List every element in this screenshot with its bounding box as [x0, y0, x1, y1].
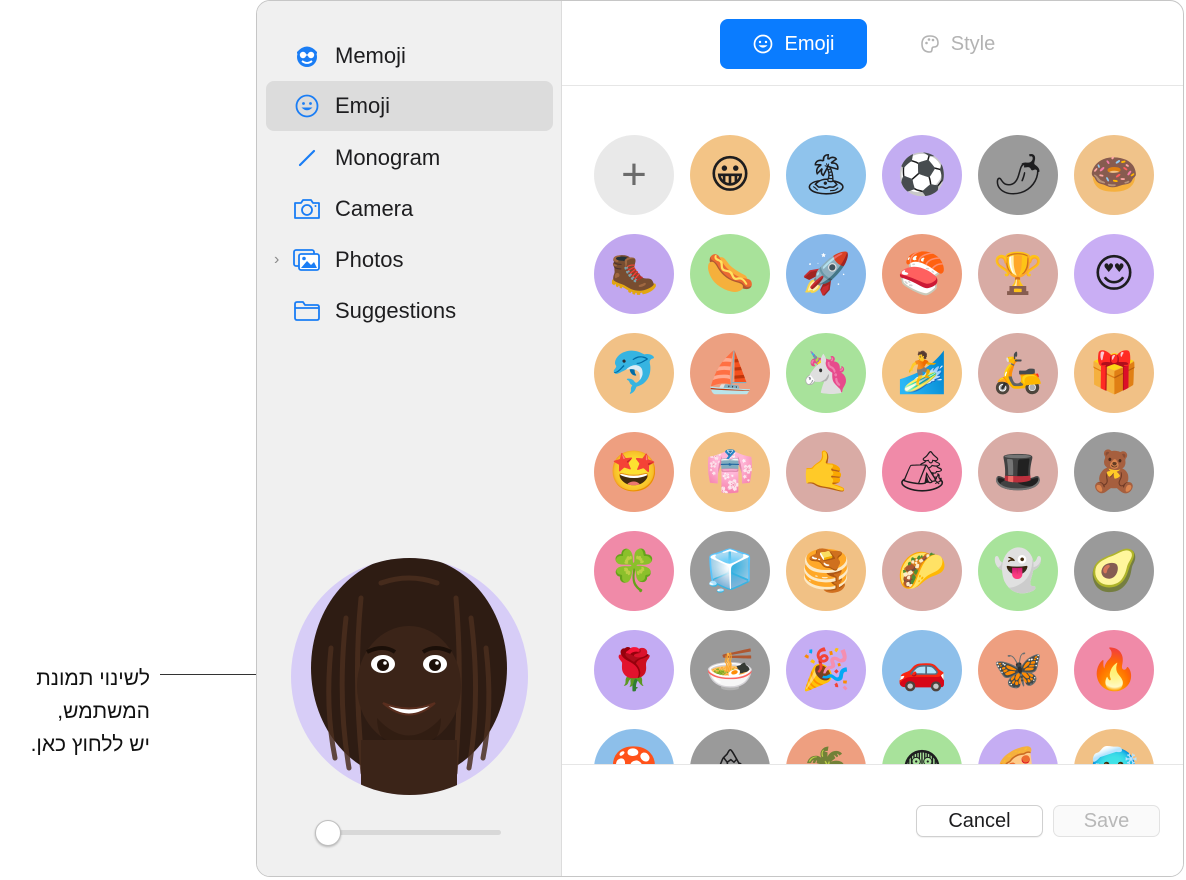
emoji-tile[interactable]: 🌭 — [690, 234, 770, 314]
sidebar-item-monogram[interactable]: Monogram — [266, 133, 553, 183]
emoji-tile[interactable]: 😍 — [1074, 234, 1154, 314]
memoji-icon — [292, 41, 322, 71]
emoji-tile[interactable]: 👻 — [978, 531, 1058, 611]
sidebar: Memoji Emoji Monogram Camera › Photos Su… — [257, 1, 562, 876]
memoji-avatar-image — [311, 558, 507, 795]
emoji-tile[interactable]: 🤙 — [786, 432, 866, 512]
emoji-tile[interactable]: 🏕 — [882, 432, 962, 512]
sidebar-item-label: Suggestions — [335, 298, 457, 323]
chevron-right-icon[interactable]: › — [274, 251, 279, 269]
dialog-footer: Cancel Save — [562, 764, 1183, 876]
sidebar-item-camera[interactable]: Camera — [266, 184, 553, 234]
callout-line-2: המשתמש, — [57, 700, 150, 723]
emoji-tile[interactable]: 🌶 — [978, 135, 1058, 215]
tab-style-label: Style — [950, 32, 996, 55]
emoji-tile[interactable]: 🥶 — [1074, 729, 1154, 766]
emoji-tile[interactable]: 😨 — [882, 729, 962, 766]
emoji-tile[interactable]: 🍜 — [690, 630, 770, 710]
smiley-icon — [754, 34, 773, 54]
user-picture-dialog: Memoji Emoji Monogram Camera › Photos Su… — [256, 0, 1184, 877]
smiley-icon — [292, 91, 322, 121]
emoji-tile[interactable]: 🏆 — [978, 234, 1058, 314]
save-button[interactable]: Save — [1053, 805, 1160, 837]
emoji-tile[interactable]: 🍩 — [1074, 135, 1154, 215]
emoji-tile[interactable]: 🥾 — [594, 234, 674, 314]
camera-icon — [292, 194, 322, 224]
emoji-tile[interactable]: 🍄 — [594, 729, 674, 766]
tab-style[interactable]: Style — [902, 19, 1012, 69]
sidebar-item-memoji[interactable]: Memoji — [266, 31, 553, 81]
emoji-tile[interactable]: ⛵ — [690, 333, 770, 413]
emoji-tile[interactable]: 🦄 — [786, 333, 866, 413]
palette-icon — [920, 35, 939, 53]
emoji-tile[interactable]: 🚗 — [882, 630, 962, 710]
sidebar-item-label: Photos — [335, 247, 404, 272]
sidebar-item-label: Monogram — [335, 145, 441, 170]
emoji-tile[interactable]: 🌮 — [882, 531, 962, 611]
emoji-tile[interactable]: 🔥 — [1074, 630, 1154, 710]
emoji-tile[interactable]: 😀 — [690, 135, 770, 215]
avatar-preview[interactable] — [291, 558, 528, 795]
emoji-tile[interactable]: 🧸 — [1074, 432, 1154, 512]
emoji-tile[interactable]: 🤩 — [594, 432, 674, 512]
emoji-tile[interactable]: 🏔 — [690, 729, 770, 766]
emoji-tile[interactable]: 🍕 — [978, 729, 1058, 766]
emoji-tile[interactable]: 🌹 — [594, 630, 674, 710]
folder-icon — [292, 296, 322, 326]
pencil-icon — [292, 143, 322, 173]
emoji-tile[interactable]: 🚀 — [786, 234, 866, 314]
emoji-tile[interactable]: 🏝 — [786, 135, 866, 215]
emoji-tile[interactable]: 🍣 — [882, 234, 962, 314]
zoom-slider-thumb[interactable] — [315, 820, 341, 846]
sidebar-item-label: Memoji — [335, 43, 406, 68]
add-emoji-button[interactable]: + — [594, 135, 674, 215]
sidebar-item-photos[interactable]: › Photos — [266, 235, 553, 285]
emoji-tile[interactable]: 🧊 — [690, 531, 770, 611]
emoji-tile[interactable]: 🛵 — [978, 333, 1058, 413]
emoji-tile[interactable]: 🎩 — [978, 432, 1058, 512]
photos-icon — [292, 245, 322, 275]
emoji-tile[interactable]: 🥞 — [786, 531, 866, 611]
sidebar-item-label: Camera — [335, 196, 414, 221]
sidebar-item-suggestions[interactable]: Suggestions — [266, 286, 553, 336]
emoji-tile[interactable]: ⚽ — [882, 135, 962, 215]
callout-line-3: יש ללחוץ כאן. — [30, 733, 150, 756]
emoji-tile[interactable]: 🎁 — [1074, 333, 1154, 413]
callout-line-1: לשינוי תמונת — [36, 667, 150, 690]
segmented-control: Emoji Style — [562, 1, 1183, 86]
callout-text: לשינוי תמונת המשתמש, יש ללחוץ כאן. — [0, 662, 150, 761]
emoji-tile[interactable]: 🥑 — [1074, 531, 1154, 611]
tab-emoji-label: Emoji — [784, 32, 835, 55]
emoji-tile[interactable]: 🐬 — [594, 333, 674, 413]
emoji-tile[interactable]: 🌴 — [786, 729, 866, 766]
emoji-tile[interactable]: 🏄 — [882, 333, 962, 413]
cancel-button[interactable]: Cancel — [916, 805, 1043, 837]
sidebar-item-label: Emoji — [335, 93, 391, 118]
zoom-slider-track[interactable] — [321, 830, 501, 835]
emoji-tile[interactable]: 🍀 — [594, 531, 674, 611]
emoji-grid: +😀🏝⚽🌶🍩 🥾🌭🚀🍣🏆😍 🐬⛵🦄🏄🛵🎁 🤩👘🤙🏕🎩🧸 🍀🧊🥞🌮👻🥑 🌹🍜🎉🚗🦋🔥 🍄 🏔 🌴 😨… — [562, 85, 1183, 766]
sidebar-item-emoji[interactable]: Emoji — [266, 81, 553, 131]
emoji-tile[interactable]: 👘 — [690, 432, 770, 512]
tab-emoji[interactable]: Emoji — [720, 19, 867, 69]
emoji-tile[interactable]: 🎉 — [786, 630, 866, 710]
emoji-tile[interactable]: 🦋 — [978, 630, 1058, 710]
